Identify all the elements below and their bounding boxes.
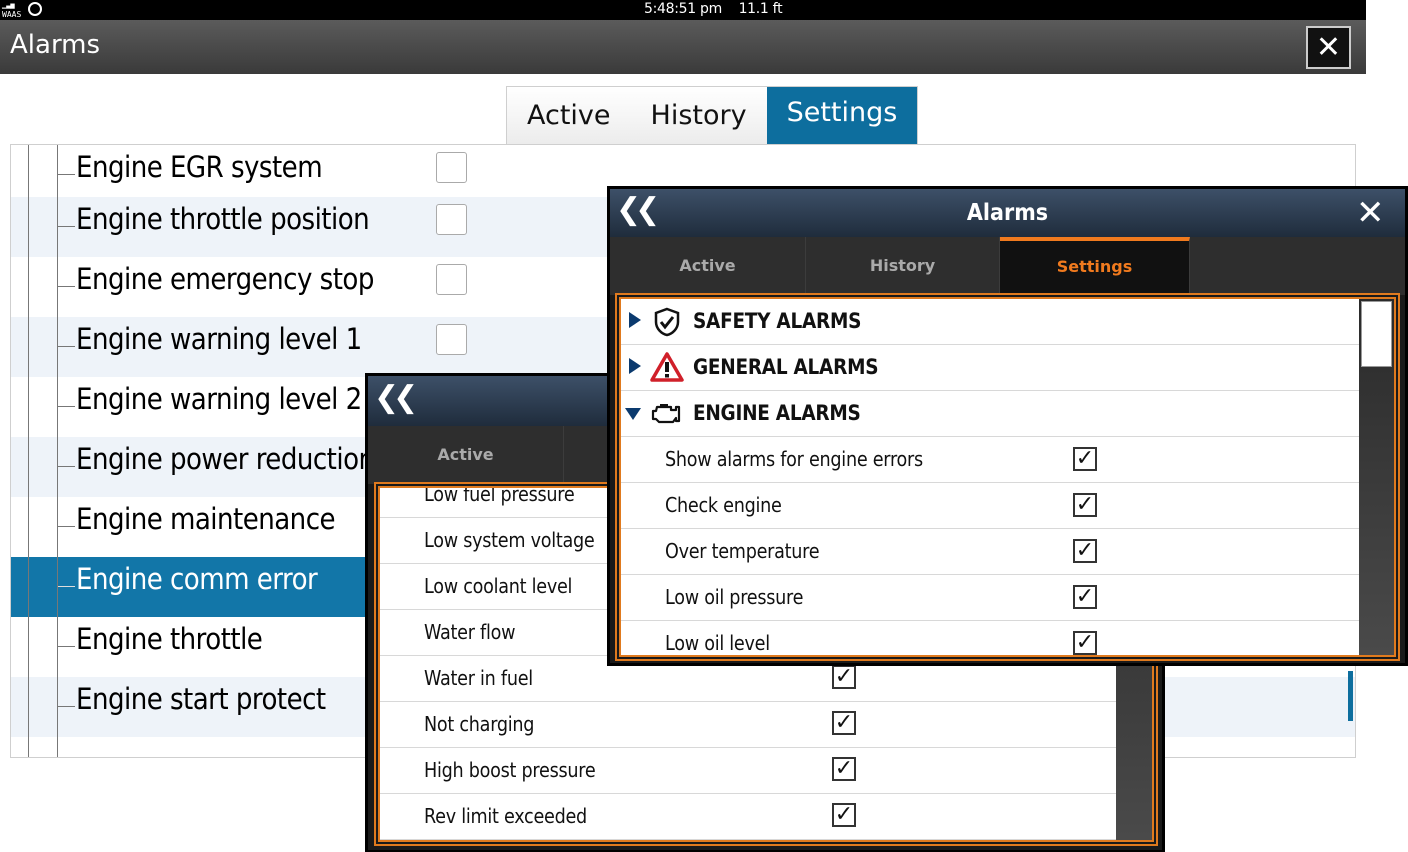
alarm-groups-list: SAFETY ALARMS GENERAL ALARMS ENGINE ALAR…: [619, 297, 1396, 657]
alarm-checkbox[interactable]: [436, 152, 467, 183]
status-time: 5:48:51 pm: [644, 1, 722, 17]
group-engine-alarms[interactable]: ENGINE ALARMS: [621, 391, 1359, 437]
list-item[interactable]: Over temperature ✓: [621, 529, 1359, 575]
list-item-label: Engine throttle: [76, 622, 263, 656]
double-chevron-left-icon[interactable]: ❮❮: [616, 192, 660, 227]
tab-settings[interactable]: Settings: [1000, 237, 1190, 295]
list-item-label: Low oil level: [665, 631, 770, 655]
list-item-label: Engine EGR system: [76, 150, 323, 184]
list-item[interactable]: High boost pressure ✓: [380, 748, 1116, 794]
alarm-checkbox[interactable]: ✓: [832, 803, 856, 827]
alarm-checkbox[interactable]: ✓: [1073, 539, 1097, 563]
alarm-checkbox[interactable]: ✓: [832, 711, 856, 735]
list-item-label: Low coolant level: [424, 574, 573, 598]
list-item[interactable]: Rev limit exceeded ✓: [380, 794, 1116, 840]
alarm-checkbox[interactable]: ✓: [1073, 631, 1097, 655]
double-chevron-left-icon[interactable]: ❮❮: [374, 380, 418, 415]
panel-title: Alarms: [966, 200, 1049, 226]
group-label: GENERAL ALARMS: [693, 355, 879, 379]
alarm-checkbox[interactable]: ✓: [1073, 585, 1097, 609]
list-item-label: Low system voltage: [424, 528, 595, 552]
alarm-checkbox[interactable]: ✓: [1073, 493, 1097, 517]
collapse-arrow-icon: [625, 408, 641, 420]
list-item-label: Engine comm error: [76, 562, 318, 596]
list-item-label: Over temperature: [665, 539, 820, 563]
tree-line: [57, 145, 58, 757]
list-item-label: Engine warning level 1: [76, 322, 362, 356]
list-item[interactable]: Not charging ✓: [380, 702, 1116, 748]
tree-line: [28, 145, 29, 757]
list-item-label: Engine warning level 2: [76, 382, 362, 416]
list-item-label: Engine throttle position: [76, 202, 370, 236]
list-item[interactable]: Low oil level ✓: [621, 621, 1359, 655]
main-scrollbar[interactable]: [1348, 671, 1353, 721]
list-item-label: Engine maintenance: [76, 502, 336, 536]
list-item-label: High boost pressure: [424, 758, 596, 782]
alarms-panel-front: ❮❮ Alarms ✕ Active History Settings SAFE…: [607, 186, 1408, 666]
list-item[interactable]: Show alarms for engine errors ✓: [621, 437, 1359, 483]
alarm-checkbox[interactable]: [436, 264, 467, 295]
signal-icon: ▁▃▅ WAAS: [2, 1, 22, 19]
tab-active[interactable]: Active: [507, 87, 631, 145]
tab-history[interactable]: History: [806, 237, 1000, 295]
close-icon[interactable]: ✕: [1356, 193, 1385, 233]
panel-scrollbar[interactable]: [1359, 299, 1394, 655]
alarm-checkbox[interactable]: [436, 324, 467, 355]
title-bar: Alarms ✕: [0, 20, 1366, 74]
list-item-label: Low fuel pressure: [424, 486, 575, 506]
group-label: ENGINE ALARMS: [693, 401, 861, 425]
list-item[interactable]: Check engine ✓: [621, 483, 1359, 529]
list-item[interactable]: Low oil pressure ✓: [621, 575, 1359, 621]
scrollbar-thumb[interactable]: [1361, 301, 1392, 367]
expand-arrow-icon: [629, 312, 641, 328]
list-item-label: Show alarms for engine errors: [665, 447, 923, 471]
panel-tabs: Active History Settings: [610, 237, 1405, 295]
tab-settings[interactable]: Settings: [766, 87, 918, 145]
list-item-label: Not charging: [424, 712, 535, 736]
clock-icon: [28, 2, 42, 16]
shield-check-icon: [654, 307, 680, 337]
list-item-label: Low oil pressure: [665, 585, 804, 609]
alarm-checkbox[interactable]: [436, 204, 467, 235]
alarm-checkbox[interactable]: ✓: [832, 757, 856, 781]
list-item-label: Check engine: [665, 493, 782, 517]
list-item-label: Water flow: [424, 620, 516, 644]
list-item-label: Engine start protect: [76, 682, 326, 716]
list-item-label: Engine power reduction: [76, 442, 375, 476]
list-item-label: Water in fuel: [424, 666, 533, 690]
alarm-checkbox[interactable]: ✓: [1073, 447, 1097, 471]
close-button[interactable]: ✕: [1306, 26, 1351, 69]
window-title: Alarms: [10, 30, 101, 60]
list-item-label: Rev limit exceeded: [424, 804, 587, 828]
main-tabs: Active History Settings: [506, 86, 919, 145]
panel-header: ❮❮ Alarms ✕: [610, 189, 1405, 237]
group-general-alarms[interactable]: GENERAL ALARMS: [621, 345, 1359, 391]
gps-mode-label: WAAS: [2, 10, 22, 19]
tab-active[interactable]: Active: [610, 237, 806, 295]
expand-arrow-icon: [629, 358, 641, 374]
warning-triangle-icon: [650, 352, 684, 382]
engine-icon: [651, 404, 681, 424]
list-item-label: Engine emergency stop: [76, 262, 374, 296]
tab-history[interactable]: History: [631, 87, 767, 145]
tab-active[interactable]: Active: [368, 426, 564, 484]
status-depth: 11.1 ft: [738, 1, 783, 17]
alarm-checkbox[interactable]: ✓: [832, 665, 856, 689]
group-label: SAFETY ALARMS: [693, 309, 862, 333]
group-safety-alarms[interactable]: SAFETY ALARMS: [621, 299, 1359, 345]
status-bar: ▁▃▅ WAAS 5:48:51 pm 11.1 ft: [0, 0, 1366, 20]
